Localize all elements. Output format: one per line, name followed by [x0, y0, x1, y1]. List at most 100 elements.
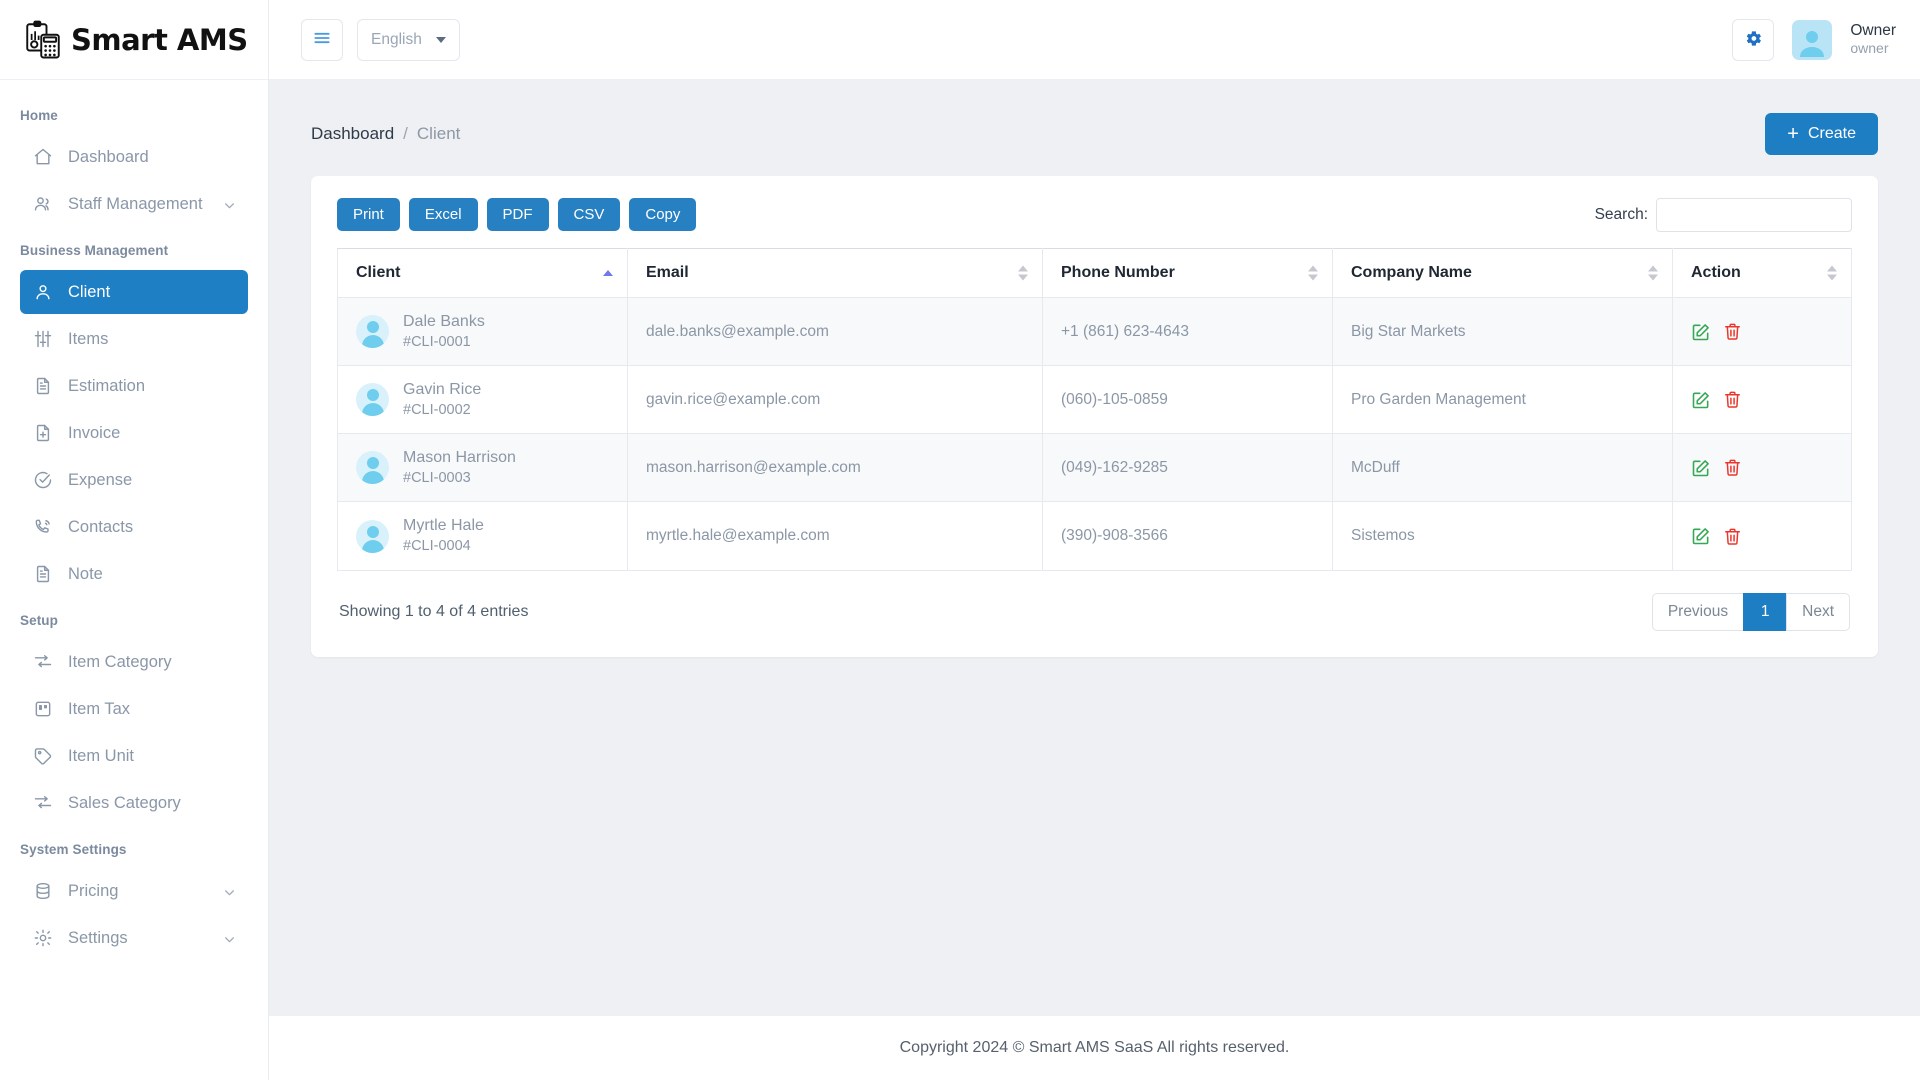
- sort-ascending-icon: [603, 270, 613, 276]
- pagination-next[interactable]: Next: [1786, 592, 1850, 631]
- edit-pencil-icon[interactable]: [1691, 322, 1711, 342]
- file-text-icon: [32, 563, 54, 585]
- cell-email: dale.banks@example.com: [627, 296, 1043, 367]
- user-avatar-icon: [1795, 27, 1829, 60]
- create-button-label: Create: [1807, 125, 1856, 142]
- breadcrumb: Dashboard / Client: [311, 124, 460, 144]
- client-avatar-icon: [356, 383, 389, 417]
- settings-button[interactable]: [1732, 18, 1775, 61]
- pagination-page-1[interactable]: 1: [1743, 592, 1788, 631]
- edit-pencil-icon[interactable]: [1691, 458, 1711, 478]
- gear-icon: [32, 927, 54, 949]
- create-button[interactable]: + Create: [1765, 113, 1878, 155]
- table-row[interactable]: Mason Harrison #CLI-0003 mason.harrison@…: [337, 433, 1852, 503]
- csv-button[interactable]: CSV: [557, 198, 621, 231]
- search-input[interactable]: [1656, 198, 1852, 232]
- plus-icon: +: [1787, 123, 1799, 145]
- language-selector[interactable]: English: [357, 18, 460, 61]
- trash-icon[interactable]: [1723, 458, 1742, 477]
- client-id: #CLI-0004: [403, 538, 471, 555]
- sidebar-item-expense[interactable]: Expense: [20, 458, 248, 502]
- chevron-down-icon: [435, 36, 446, 43]
- trash-icon[interactable]: [1723, 322, 1742, 341]
- sidebar-item-label: Dashboard: [68, 147, 149, 166]
- sidebar-item-item-tax[interactable]: Item Tax: [20, 687, 248, 731]
- cell-company: Pro Garden Management: [1332, 365, 1673, 435]
- sidebar-item-estimation[interactable]: Estimation: [20, 364, 248, 408]
- pagination-previous[interactable]: Previous: [1651, 592, 1745, 631]
- cell-phone: +1 (861) 623-4643: [1042, 296, 1333, 367]
- sidebar-item-pricing[interactable]: Pricing: [20, 869, 248, 913]
- breadcrumb-dashboard[interactable]: Dashboard: [311, 124, 394, 144]
- cell-action: [1672, 501, 1852, 571]
- topbar: English Owner owner: [269, 0, 1920, 80]
- sidebar-item-label: Estimation: [68, 376, 146, 395]
- sort-icon: [1648, 265, 1658, 281]
- sidebar-item-items[interactable]: Items: [20, 317, 248, 361]
- sidebar-item-label: Pricing: [68, 881, 119, 900]
- cell-phone: (049)-162-9285: [1042, 433, 1333, 503]
- client-id: #CLI-0001: [403, 333, 471, 350]
- sidebar-item-client[interactable]: Client: [20, 270, 248, 314]
- filter-lines-icon: [32, 651, 54, 673]
- column-header-email[interactable]: Email: [627, 248, 1043, 298]
- table-row[interactable]: Gavin Rice #CLI-0002 gavin.rice@example.…: [337, 365, 1852, 435]
- sidebar-item-sales-category[interactable]: Sales Category: [20, 781, 248, 825]
- language-value: English: [371, 30, 422, 48]
- sidebar-item-label: Note: [68, 564, 103, 583]
- sidebar-item-note[interactable]: Note: [20, 552, 248, 596]
- client-name: Dale Banks: [403, 313, 485, 330]
- filter-lines-icon: [32, 792, 54, 814]
- sort-icon: [1018, 265, 1028, 281]
- sidebar-section-home: Home: [20, 108, 58, 123]
- edit-pencil-icon[interactable]: [1691, 390, 1711, 410]
- pdf-button[interactable]: PDF: [486, 198, 549, 231]
- client-name: Myrtle Hale: [403, 517, 484, 535]
- sidebar-item-item-unit[interactable]: Item Unit: [20, 734, 248, 778]
- sidebar-item-label: Staff Management: [68, 194, 203, 213]
- table-row[interactable]: Dale Banks #CLI-0001 dale.banks@example.…: [337, 296, 1852, 367]
- sidebar-item-contacts[interactable]: Contacts: [20, 505, 248, 549]
- trash-icon[interactable]: [1723, 390, 1742, 409]
- pagination: Previous 1 Next: [1651, 592, 1850, 631]
- excel-button[interactable]: Excel: [408, 198, 478, 231]
- cell-client: Dale Banks #CLI-0001: [337, 296, 628, 367]
- table-footer: Showing 1 to 4 of 4 entries Previous 1 N…: [337, 592, 1852, 631]
- client-avatar-icon: [356, 519, 389, 553]
- edit-pencil-icon[interactable]: [1691, 526, 1711, 546]
- table-body: Dale Banks #CLI-0001 dale.banks@example.…: [337, 296, 1852, 571]
- sidebar-item-item-category[interactable]: Item Category: [20, 640, 248, 684]
- sidebar-item-label: Item Unit: [68, 746, 135, 765]
- client-name: Mason Harrison: [403, 449, 516, 467]
- app-root: Smart AMS Home Dashboard Staff Managemen…: [0, 0, 1920, 1080]
- home-icon: [32, 146, 54, 168]
- column-header-action[interactable]: Action: [1672, 248, 1852, 298]
- cell-action: [1672, 296, 1852, 367]
- tag-icon: [32, 745, 54, 767]
- print-button[interactable]: Print: [337, 198, 400, 231]
- sidebar-nav: Home Dashboard Staff Management Business…: [0, 80, 268, 1080]
- sidebar-item-staff-management[interactable]: Staff Management: [20, 182, 248, 226]
- sidebar-section-business-management: Business Management: [20, 243, 169, 258]
- user-icon: [32, 281, 54, 303]
- trash-icon[interactable]: [1723, 527, 1742, 546]
- users-icon: [32, 193, 54, 215]
- export-buttons: Print Excel PDF CSV Copy: [337, 198, 697, 231]
- cell-action: [1672, 365, 1852, 435]
- column-header-company-name[interactable]: Company Name: [1332, 248, 1673, 298]
- file-plus-icon: [32, 422, 54, 444]
- table-row[interactable]: Myrtle Hale #CLI-0004 myrtle.hale@exampl…: [337, 501, 1852, 571]
- column-header-phone-number[interactable]: Phone Number: [1042, 248, 1333, 298]
- brand-logo[interactable]: Smart AMS: [0, 0, 268, 80]
- breadcrumb-current: Client: [416, 124, 461, 143]
- copy-button[interactable]: Copy: [629, 198, 697, 231]
- avatar[interactable]: [1792, 19, 1833, 60]
- sidebar-item-label: Item Tax: [68, 699, 131, 718]
- user-info[interactable]: Owner owner: [1850, 21, 1896, 58]
- sidebar-item-invoice[interactable]: Invoice: [20, 411, 248, 455]
- sidebar-item-dashboard[interactable]: Dashboard: [20, 135, 248, 179]
- sidebar-item-settings[interactable]: Settings: [20, 916, 248, 960]
- client-table: Client Email Phone Number Company Name A…: [337, 248, 1852, 571]
- sidebar-toggle-button[interactable]: [301, 18, 343, 61]
- column-header-client[interactable]: Client: [337, 248, 628, 298]
